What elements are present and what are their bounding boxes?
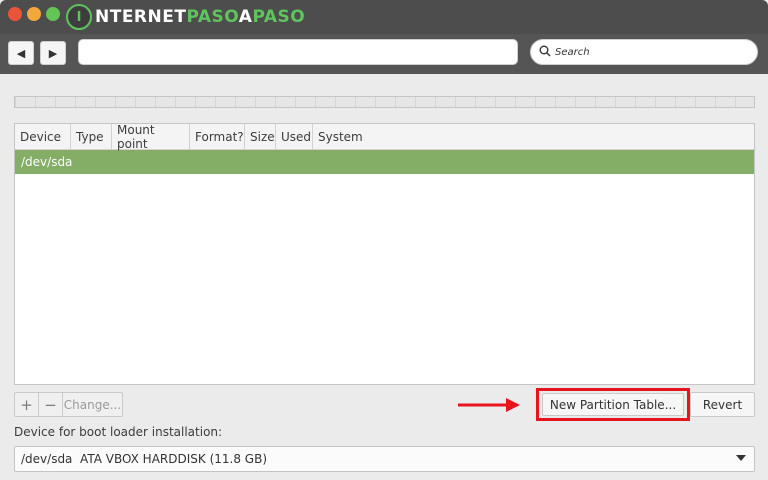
column-type[interactable]: Type [71, 124, 112, 149]
window-close-button[interactable] [8, 7, 22, 21]
window-minimize-button[interactable] [27, 7, 41, 21]
partition-visual-bar [14, 96, 755, 108]
site-logo: I NTERNETPASOAPASO [66, 3, 305, 31]
logo-text: NTERNETPASOAPASO [95, 7, 305, 27]
back-button[interactable]: ◀ [8, 41, 34, 65]
remove-partition-button[interactable]: − [39, 393, 63, 416]
column-size[interactable]: Size [245, 124, 276, 149]
red-arrow-icon [458, 398, 520, 412]
bootloader-device-select[interactable]: /dev/sda ATA VBOX HARDDISK (11.8 GB) [14, 446, 755, 472]
revert-button[interactable]: Revert [690, 392, 755, 417]
forward-button[interactable]: ▶ [40, 41, 66, 65]
chevron-down-icon [736, 455, 746, 461]
bootloader-selected-value: /dev/sda ATA VBOX HARDDISK (11.8 GB) [21, 452, 267, 466]
column-system[interactable]: System [313, 124, 754, 149]
logo-text-accent1: PASO [186, 7, 239, 27]
change-partition-button[interactable]: Change... [63, 393, 122, 416]
forward-arrow-icon: ▶ [48, 46, 58, 60]
new-partition-table-button[interactable]: New Partition Table... [542, 393, 684, 416]
window-maximize-button[interactable] [46, 7, 60, 21]
search-icon [539, 45, 551, 60]
address-bar[interactable] [78, 39, 518, 65]
table-row[interactable]: /dev/sda [15, 150, 754, 174]
table-header: Device Type Mount point Format? Size Use… [15, 123, 754, 151]
column-used[interactable]: Used [276, 124, 313, 149]
search-input[interactable]: Search [530, 39, 758, 65]
partition-edit-controls: + − Change... [14, 392, 123, 417]
logo-text-tail: PASO [252, 7, 306, 27]
column-device[interactable]: Device [15, 124, 71, 149]
bootloader-label: Device for boot loader installation: [14, 425, 223, 439]
column-format[interactable]: Format? [190, 124, 245, 149]
search-placeholder: Search [555, 46, 590, 58]
add-partition-button[interactable]: + [15, 393, 39, 416]
logo-text-main: NTERNET [95, 7, 187, 27]
device-cell: /dev/sda [21, 155, 73, 169]
column-mount-point[interactable]: Mount point [112, 123, 190, 151]
partition-table[interactable]: Device Type Mount point Format? Size Use… [14, 123, 755, 385]
window-titlebar: I NTERNETPASOAPASO [0, 0, 768, 34]
logo-text-accent2: A [238, 7, 253, 27]
logo-mark: I [66, 4, 92, 30]
back-arrow-icon: ◀ [16, 46, 26, 60]
browser-toolbar: ◀ ▶ Search [0, 34, 768, 74]
